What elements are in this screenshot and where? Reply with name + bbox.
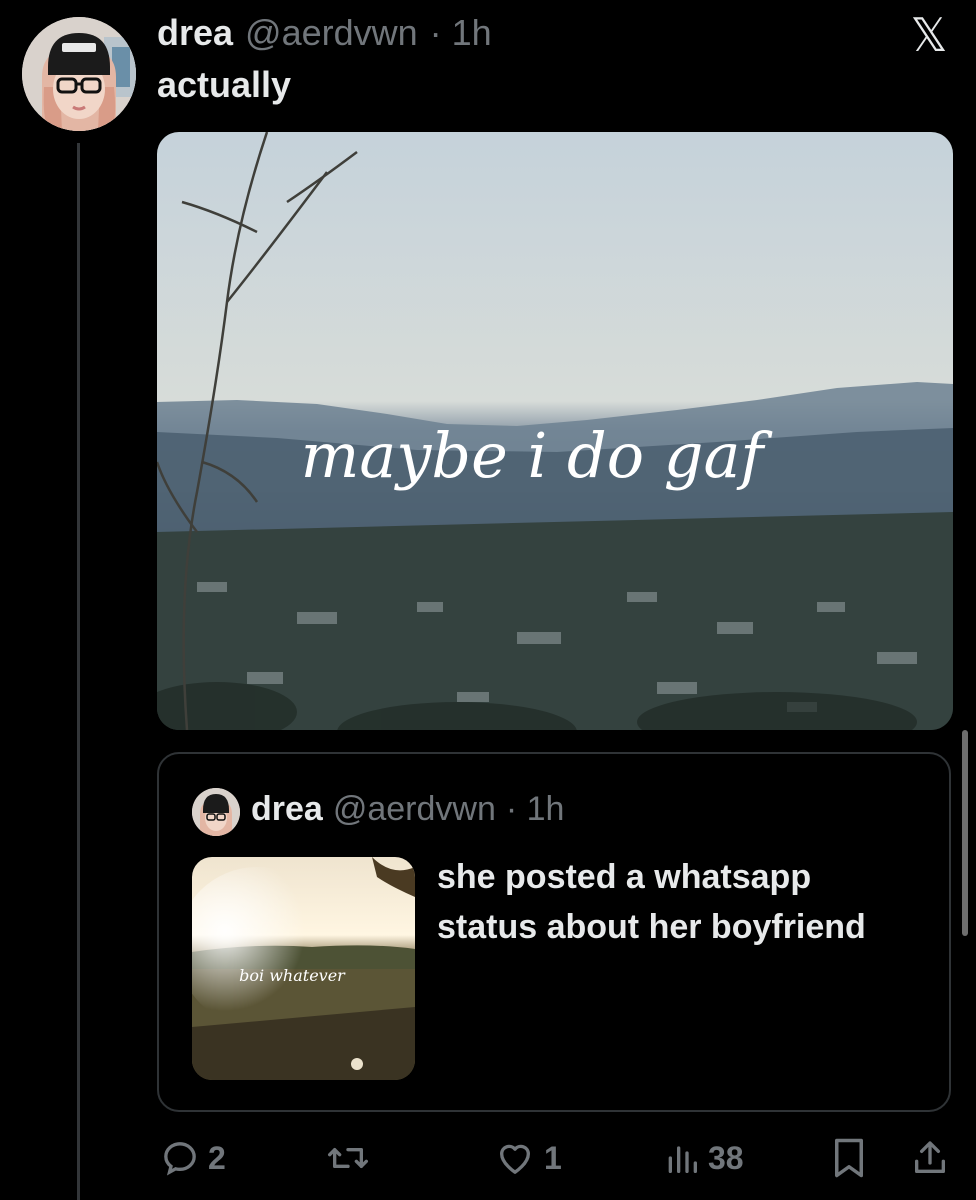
quoted-author-name[interactable]: drea xyxy=(251,790,323,829)
action-bar: 2 1 38 xyxy=(0,1130,976,1186)
views-icon xyxy=(668,1146,697,1173)
post-text: actually xyxy=(157,64,292,105)
quoted-author-handle[interactable]: @aerdvwn xyxy=(333,790,496,829)
share-button[interactable] xyxy=(910,1136,950,1180)
bookmark-icon xyxy=(835,1138,863,1178)
share-icon xyxy=(915,1141,945,1173)
reply-count: 2 xyxy=(208,1139,226,1176)
scrollbar[interactable] xyxy=(962,730,968,936)
views-count: 38 xyxy=(708,1139,744,1176)
like-button[interactable]: 1 xyxy=(494,1136,562,1180)
post-header: drea @aerdvwn · 1h xyxy=(157,12,492,58)
x-logo-icon[interactable]: 𝕏 xyxy=(906,12,952,58)
quoted-post-text: she posted a whatsapp status about her b… xyxy=(437,858,866,946)
quoted-media-thumbnail[interactable]: boi whatever xyxy=(192,857,415,1080)
author-handle[interactable]: @aerdvwn xyxy=(245,12,418,54)
quoted-post[interactable]: drea @aerdvwn · 1h boi whatever she post… xyxy=(157,752,951,1112)
quoted-author-avatar[interactable] xyxy=(192,788,240,836)
quoted-post-time[interactable]: · 1h xyxy=(506,790,565,829)
post-media[interactable]: maybe i do gaf xyxy=(157,132,953,730)
bookmark-button[interactable] xyxy=(830,1136,868,1180)
quoted-thumbnail-text: boi whatever xyxy=(239,966,346,985)
heart-icon xyxy=(500,1144,530,1174)
author-name[interactable]: drea xyxy=(157,12,233,54)
views-button[interactable]: 38 xyxy=(664,1136,744,1180)
author-avatar[interactable] xyxy=(22,17,136,131)
media-overlay-text: maybe i do gaf xyxy=(301,419,774,492)
reply-button[interactable]: 2 xyxy=(160,1136,226,1180)
like-count: 1 xyxy=(544,1139,562,1176)
quoted-post-header: drea @aerdvwn · 1h xyxy=(251,790,564,834)
post-time[interactable]: · 1h xyxy=(430,12,492,54)
repost-icon xyxy=(327,1148,368,1168)
thread-line xyxy=(77,143,80,1200)
repost-button[interactable] xyxy=(326,1136,378,1180)
reply-icon xyxy=(164,1142,196,1176)
